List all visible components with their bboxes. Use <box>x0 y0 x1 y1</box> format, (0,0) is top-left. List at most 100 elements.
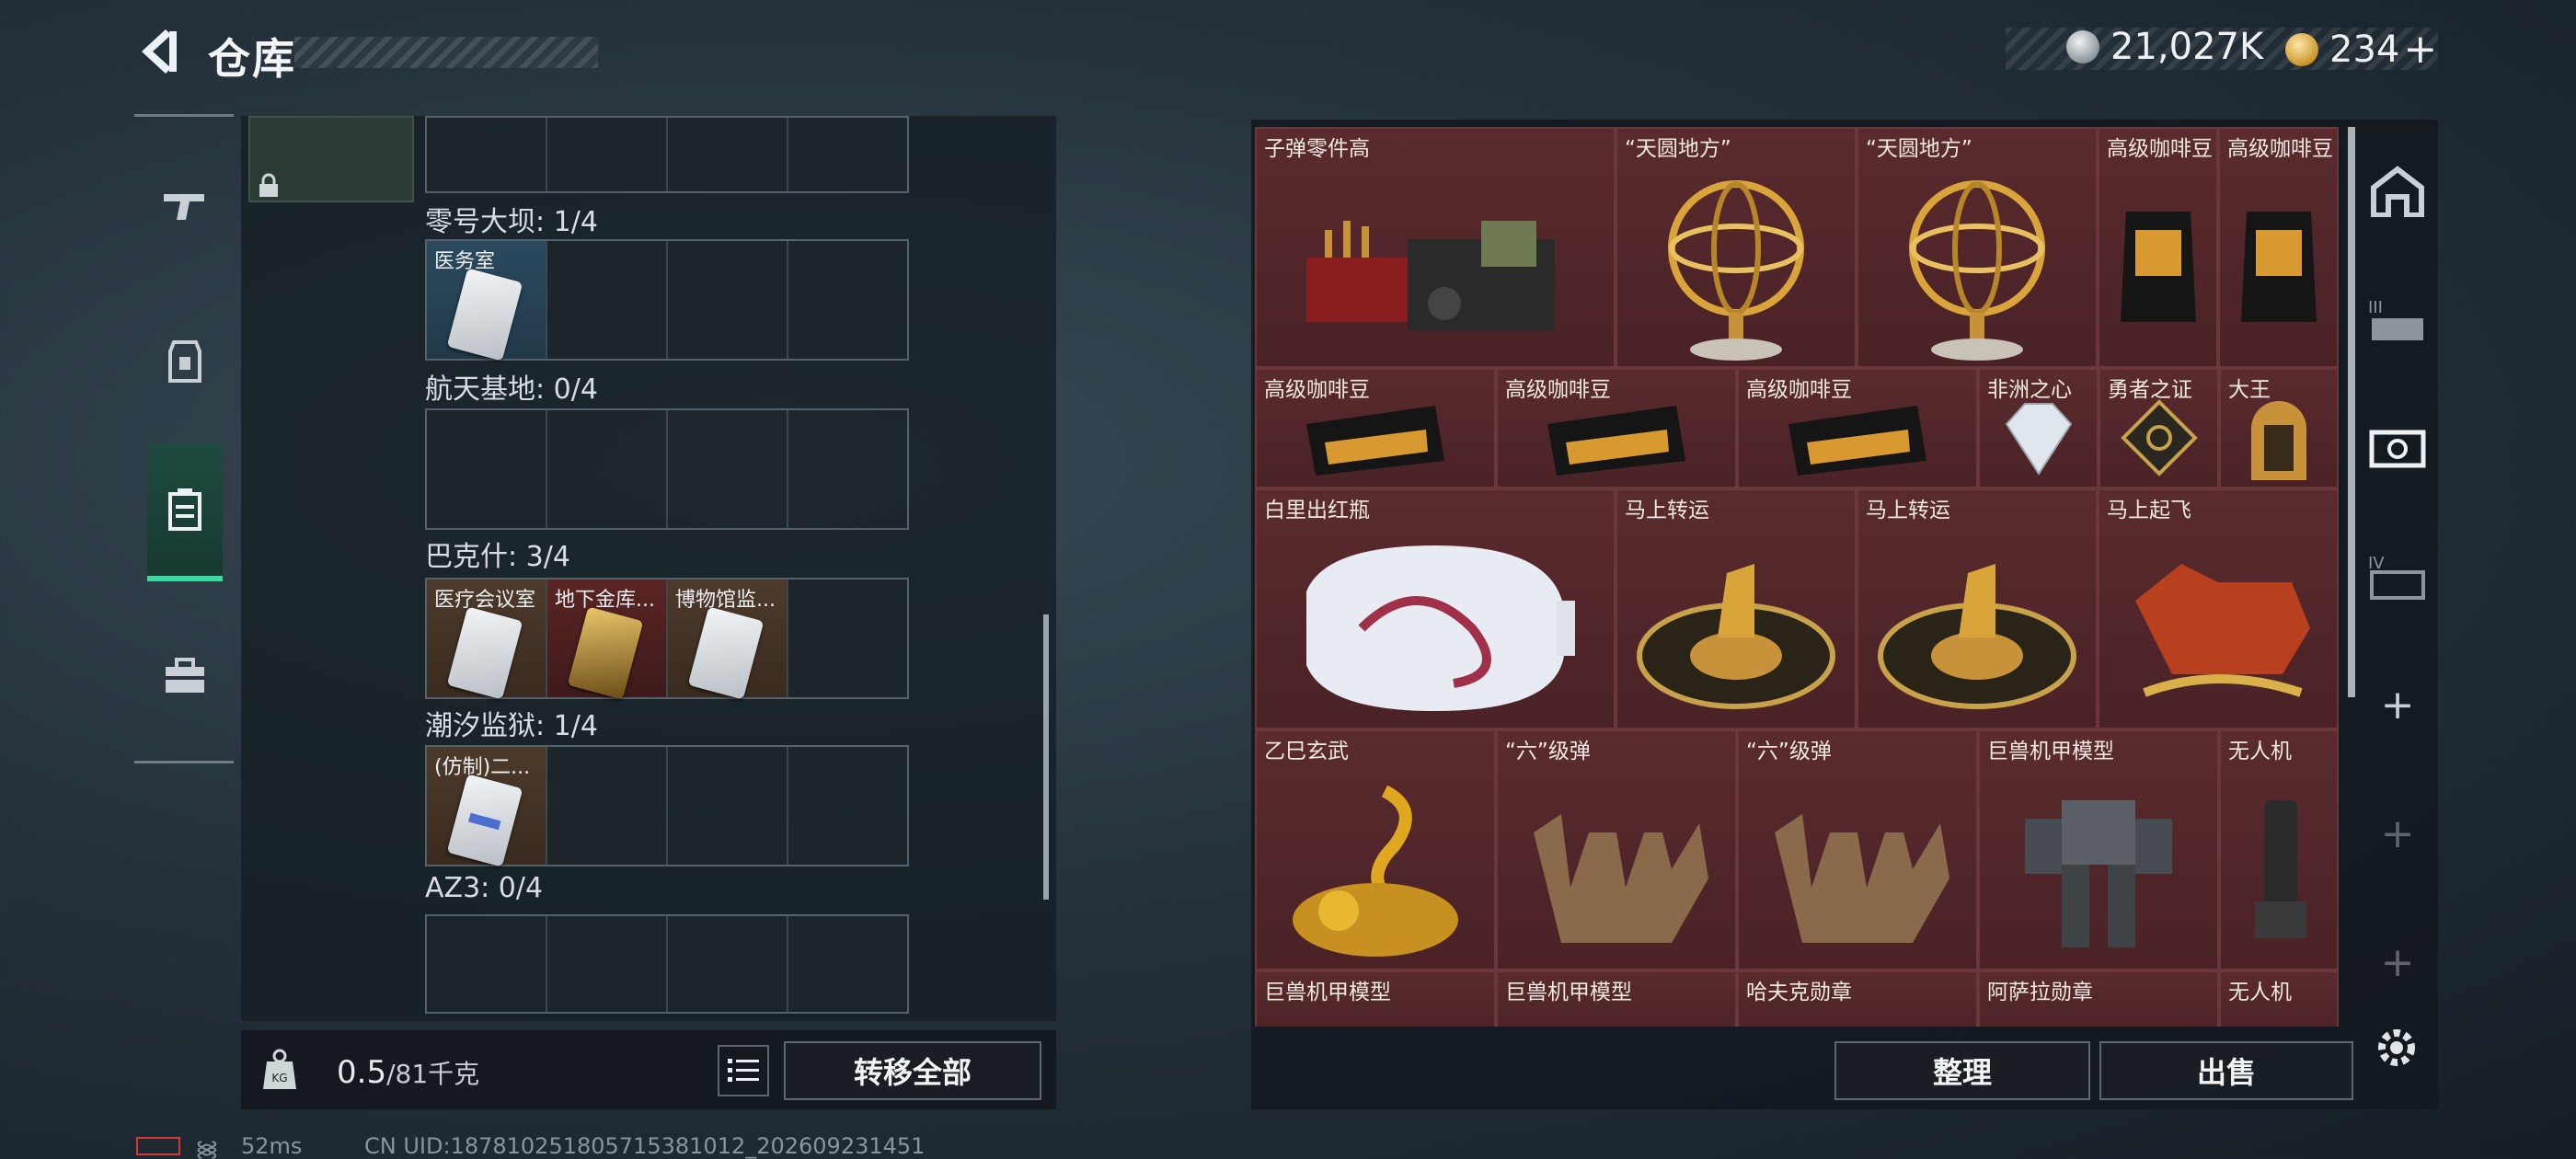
storage-iv-icon: IV <box>2368 554 2425 600</box>
nav-armor[interactable] <box>147 293 223 430</box>
coffee-box-icon <box>1788 405 1926 476</box>
nav-storage[interactable] <box>147 443 223 581</box>
key-card-slot[interactable]: 医务室 <box>427 241 547 361</box>
empty-slot[interactable] <box>547 916 668 1012</box>
empty-slot[interactable] <box>668 410 788 528</box>
key-card-name: 医疗会议室 <box>434 589 536 612</box>
item-name: “天圆地方” <box>1625 137 1731 161</box>
tab-ii[interactable] <box>2368 418 2427 476</box>
item-slot[interactable]: 高级咖啡豆 <box>1255 368 1496 488</box>
item-slot[interactable]: 马上起飞 <box>2098 488 2339 729</box>
gear-icon[interactable] <box>2372 1023 2421 1073</box>
item-slot[interactable]: 无人机 <box>2219 970 2339 1027</box>
tab-add-locked[interactable]: + <box>2368 933 2427 992</box>
empty-slot[interactable] <box>668 747 788 865</box>
tab-home[interactable] <box>2368 162 2427 221</box>
mech-icon <box>2025 799 2172 947</box>
nav-toolbox[interactable] <box>147 607 223 745</box>
item-slot[interactable]: 高级咖啡豆 <box>1737 368 1978 488</box>
add-currency-button[interactable]: + <box>2403 26 2437 73</box>
svg-text:IV: IV <box>2368 554 2385 573</box>
item-slot[interactable]: 马上转运 <box>1616 488 1857 729</box>
empty-slot[interactable] <box>788 747 907 865</box>
empty-slot[interactable] <box>427 410 547 528</box>
empty-slot[interactable] <box>788 410 907 528</box>
item-slot[interactable]: 巨兽机甲模型 <box>1255 970 1496 1027</box>
tab-iii[interactable]: III <box>2368 291 2427 350</box>
item-slot[interactable]: “六”级弹 <box>1496 729 1737 970</box>
left-scrollbar[interactable] <box>1043 614 1049 900</box>
key-card-slot[interactable]: 医疗会议室 <box>427 580 547 700</box>
weight-readout: 0.5/81千克 <box>337 1054 479 1091</box>
back-arrow-icon[interactable] <box>129 24 184 79</box>
drone-part-icon <box>2255 799 2306 938</box>
map-label: 零号大坝: 1/4 <box>425 206 598 238</box>
item-slot[interactable]: 无人机 <box>2219 729 2339 970</box>
item-slot[interactable]: “天圆地方” <box>1616 127 1857 368</box>
key-card-slot[interactable]: 地下金库... <box>547 580 668 700</box>
item-name: 巨兽机甲模型 <box>1264 981 1391 1004</box>
armillary-sphere-icon <box>1909 179 2045 361</box>
badge-icon <box>2120 398 2198 476</box>
item-slot[interactable]: 大王 <box>2219 368 2339 488</box>
tab-add[interactable]: + <box>2368 675 2427 734</box>
item-slot[interactable]: 哈夫克勋章 <box>1737 970 1978 1027</box>
warehouse-item-grid: 子弹零件高 “天圆地方” “天圆地方” 高级咖啡豆 高级咖啡豆 高级咖啡豆 高级… <box>1255 127 2339 1027</box>
item-name: 白里出红瓶 <box>1264 499 1370 522</box>
item-slot[interactable]: 高级咖啡豆 <box>1496 368 1737 488</box>
transfer-all-button[interactable]: 转移全部 <box>784 1041 1041 1100</box>
key-card-name: (仿制)二... <box>434 756 531 779</box>
idol-icon <box>2251 400 2306 480</box>
sell-button[interactable]: 出售 <box>2099 1041 2353 1100</box>
silver-coin-icon <box>2066 30 2099 63</box>
item-slot[interactable]: “天圆地方” <box>1857 127 2098 368</box>
gold-currency[interactable]: 234 + <box>2285 26 2437 73</box>
key-card-icon <box>567 606 644 700</box>
item-slot[interactable]: 高级咖啡豆 <box>2218 127 2339 368</box>
empty-slot[interactable] <box>547 410 668 528</box>
home-icon <box>2371 166 2424 217</box>
tab-iv[interactable]: IV <box>2368 546 2427 605</box>
item-slot[interactable]: “六”级弹 <box>1737 729 1978 970</box>
storage-ii-icon <box>2369 430 2426 468</box>
storage-grid: (仿制)二... <box>425 745 909 867</box>
item-slot[interactable]: 乙巳玄武 <box>1255 729 1496 970</box>
storage-grid-top <box>425 116 909 193</box>
ammo-crate-icon <box>1306 220 1555 331</box>
key-card-slot[interactable]: (仿制)二... <box>427 747 547 867</box>
item-slot[interactable]: 白里出红瓶 <box>1255 488 1616 729</box>
silver-currency: 21,027K <box>2066 26 2263 68</box>
item-name: “六”级弹 <box>1505 740 1591 763</box>
item-slot[interactable]: 高级咖啡豆 <box>2098 127 2218 368</box>
coffee-bag-icon <box>2240 211 2317 322</box>
storage-case-icon <box>168 488 201 531</box>
empty-slot[interactable] <box>788 580 907 697</box>
item-slot[interactable]: 阿萨拉勋章 <box>1978 970 2219 1027</box>
item-slot[interactable]: 非洲之心 <box>1978 368 2099 488</box>
tab-add-locked[interactable]: + <box>2368 804 2427 863</box>
empty-slot[interactable] <box>788 241 907 359</box>
item-slot[interactable]: 巨兽机甲模型 <box>1978 729 2219 970</box>
empty-slot[interactable] <box>547 241 668 359</box>
weight-kg-icon: KG <box>263 1049 296 1089</box>
empty-slot[interactable] <box>668 241 788 359</box>
armor-icon <box>168 340 201 383</box>
item-name: 乙巳玄武 <box>1264 740 1349 763</box>
sort-button[interactable]: 整理 <box>1834 1041 2090 1100</box>
nav-weapons[interactable] <box>147 136 223 274</box>
lock-icon <box>259 173 278 197</box>
empty-slot[interactable] <box>668 916 788 1012</box>
item-name: 巨兽机甲模型 <box>1987 740 2114 763</box>
item-slot[interactable]: 马上转运 <box>1857 488 2098 729</box>
empty-slot[interactable] <box>427 916 547 1012</box>
list-view-button[interactable] <box>718 1045 769 1096</box>
empty-slot[interactable] <box>547 747 668 865</box>
item-slot[interactable]: 子弹零件高 <box>1255 127 1616 368</box>
item-slot[interactable]: 勇者之证 <box>2099 368 2219 488</box>
key-card-slot[interactable]: 博物馆监... <box>668 580 788 700</box>
red-horse-icon <box>2135 563 2310 697</box>
right-scrollbar[interactable] <box>2348 127 2355 697</box>
item-slot[interactable]: 巨兽机甲模型 <box>1496 970 1737 1027</box>
coffee-bag-icon <box>2120 211 2196 322</box>
empty-slot[interactable] <box>788 916 907 1012</box>
